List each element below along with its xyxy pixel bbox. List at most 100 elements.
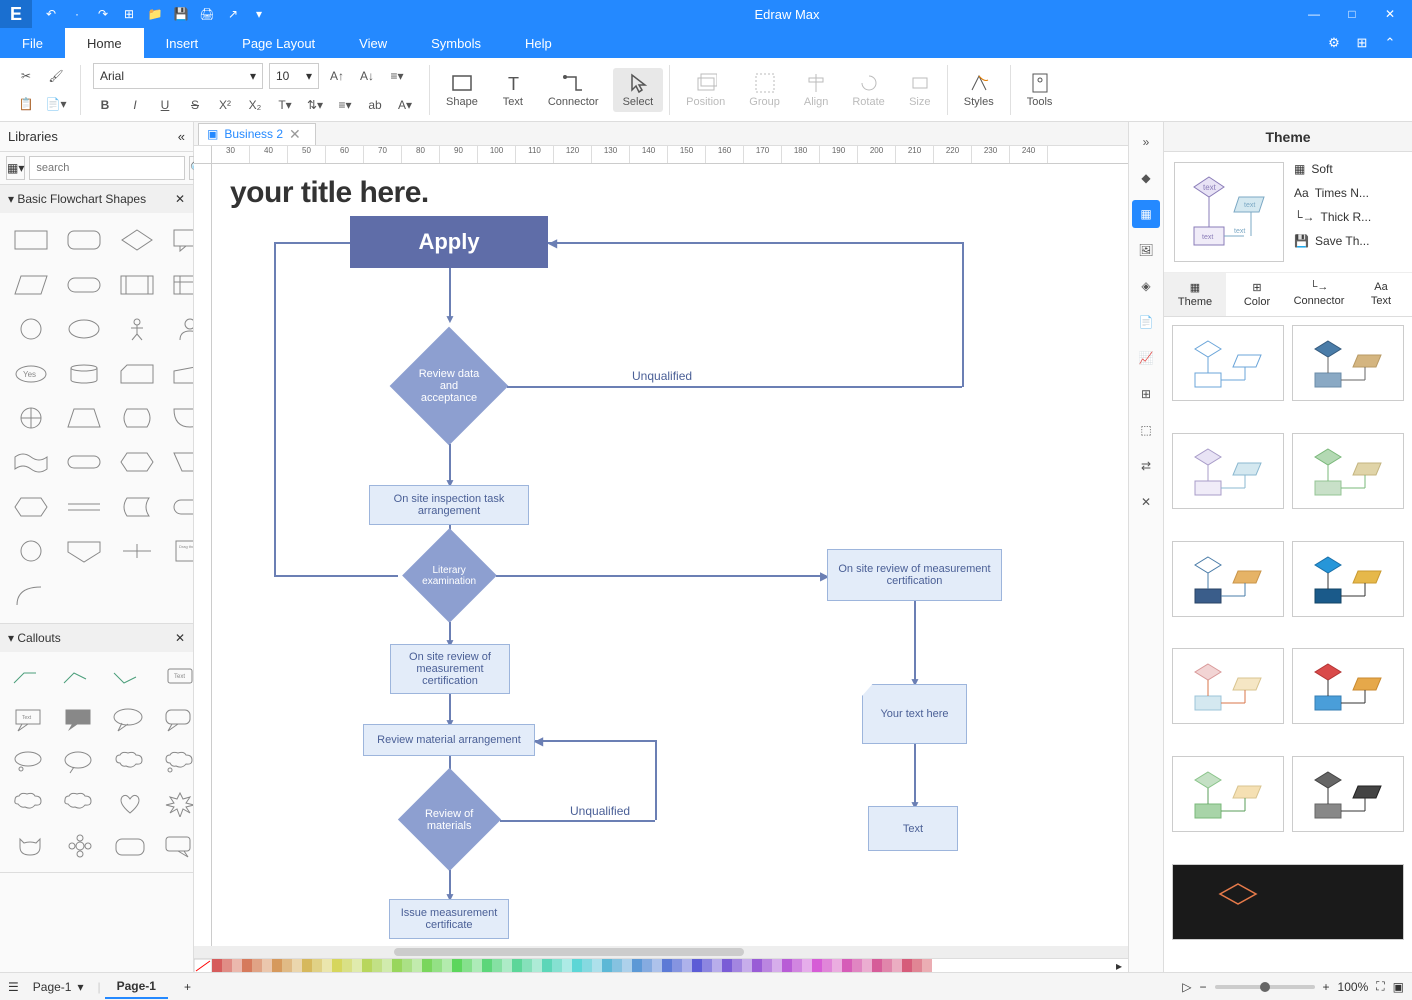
color-swatch[interactable] (212, 959, 222, 972)
theme-thumb[interactable] (1172, 864, 1404, 940)
color-swatch[interactable] (822, 959, 832, 972)
color-swatch[interactable] (302, 959, 312, 972)
callout-rect1[interactable]: Text (6, 700, 54, 740)
zoom-level[interactable]: 100% (1338, 980, 1369, 994)
export-icon[interactable]: ↗ (222, 3, 244, 25)
shape-internal-storage[interactable] (165, 263, 193, 305)
flow-onsite-task[interactable]: On site inspection task arrangement (369, 485, 529, 525)
group-tool[interactable]: Group (739, 68, 790, 112)
color-swatch[interactable] (222, 959, 232, 972)
color-swatch[interactable] (612, 959, 622, 972)
theme-cat-theme[interactable]: ▦Theme (1164, 273, 1226, 316)
color-swatch[interactable] (442, 959, 452, 972)
flow-apply[interactable]: Apply (350, 216, 548, 268)
color-swatch[interactable] (872, 959, 882, 972)
lib-section-callouts[interactable]: ▾ Callouts ✕ (0, 624, 193, 652)
shape-capsule[interactable] (165, 397, 193, 439)
image-tool-icon[interactable]: 🖼 (1132, 236, 1160, 264)
color-swatch[interactable] (272, 959, 282, 972)
color-swatch[interactable] (802, 959, 812, 972)
color-swatch[interactable] (792, 959, 802, 972)
theme-thumb[interactable] (1172, 756, 1284, 832)
color-swatch[interactable] (532, 959, 542, 972)
color-swatch[interactable] (282, 959, 292, 972)
color-swatch[interactable] (252, 959, 262, 972)
collapse-ribbon-icon[interactable]: ⌃ (1380, 33, 1400, 53)
theme-connector[interactable]: └→Thick R... (1294, 210, 1402, 224)
shape-wave[interactable] (6, 441, 57, 483)
color-swatch[interactable] (672, 959, 682, 972)
callout-cloud4[interactable] (56, 784, 104, 824)
color-swatch[interactable] (522, 959, 532, 972)
theme-tool-icon[interactable]: ▦ (1132, 200, 1160, 228)
color-swatch[interactable] (842, 959, 852, 972)
shape-manual-input[interactable] (165, 352, 193, 394)
callout-tv[interactable] (106, 826, 154, 866)
increase-font-icon[interactable]: A↑ (325, 64, 349, 88)
color-swatch[interactable] (292, 959, 302, 972)
color-swatch[interactable] (422, 959, 432, 972)
page-list-icon[interactable]: ☰ (8, 980, 19, 994)
theme-cat-connector[interactable]: └→Connector (1288, 273, 1350, 316)
shape-predefined[interactable] (112, 263, 163, 305)
color-swatch[interactable] (602, 959, 612, 972)
text-color-icon[interactable]: T▾ (273, 93, 297, 117)
color-swatch[interactable] (662, 959, 672, 972)
zoom-in-icon[interactable]: + (1323, 980, 1330, 994)
layers-tool-icon[interactable]: ◈ (1132, 272, 1160, 300)
color-swatch[interactable] (452, 959, 462, 972)
shape-summing[interactable] (6, 397, 57, 439)
theme-font[interactable]: AaTimes N... (1294, 186, 1402, 200)
close-tab-icon[interactable]: ✕ (289, 126, 301, 143)
strikethrough-icon[interactable]: S (183, 93, 207, 117)
callout-line3[interactable] (106, 658, 154, 698)
undo-icon[interactable]: ↶ (40, 3, 62, 25)
redo-icon[interactable]: ↷ (92, 3, 114, 25)
add-page-button[interactable]: + (172, 976, 203, 998)
tools-button[interactable]: Tools (1017, 68, 1063, 112)
theme-cat-text[interactable]: AaText (1350, 273, 1412, 316)
shape-stored-data[interactable] (112, 486, 163, 528)
color-swatch[interactable] (232, 959, 242, 972)
zoom-out-icon[interactable]: − (1200, 980, 1207, 994)
callout-flower[interactable] (56, 826, 104, 866)
color-swatch[interactable] (392, 959, 402, 972)
menu-view[interactable]: View (337, 28, 409, 58)
format-painter-icon[interactable]: 🖌 (44, 64, 68, 88)
settings-icon[interactable]: ⚙ (1324, 33, 1344, 53)
color-swatch[interactable] (712, 959, 722, 972)
expand-right-icon[interactable]: » (1132, 128, 1160, 156)
copy-icon[interactable]: 📋 (14, 92, 38, 116)
font-color-icon[interactable]: A▾ (393, 93, 417, 117)
callout-heart[interactable] (106, 784, 154, 824)
paste-icon[interactable]: 📄▾ (44, 92, 68, 116)
org-tool-icon[interactable]: ⬚ (1132, 416, 1160, 444)
shape-rounded-rect[interactable] (59, 219, 110, 261)
page-tab[interactable]: Page-1 (105, 975, 168, 999)
color-swatch[interactable] (702, 959, 712, 972)
page-title[interactable]: your title here. (230, 176, 429, 210)
theme-thumb[interactable] (1172, 433, 1284, 509)
shape-pill[interactable] (59, 441, 110, 483)
maximize-button[interactable]: □ (1334, 0, 1370, 28)
shape-card[interactable] (112, 352, 163, 394)
color-swatch[interactable] (722, 959, 732, 972)
horizontal-scrollbar[interactable] (194, 946, 1128, 958)
print-icon[interactable]: 🖨 (196, 3, 218, 25)
shape-user[interactable] (165, 308, 193, 350)
shape-trap-down[interactable] (165, 441, 193, 483)
select-tool[interactable]: Select (613, 68, 664, 112)
color-swatch[interactable] (902, 959, 912, 972)
play-icon[interactable]: ▷ (1182, 980, 1191, 994)
callout-burst[interactable] (156, 784, 193, 824)
theme-soft[interactable]: ▦Soft (1294, 162, 1402, 176)
close-section-icon[interactable]: ✕ (175, 192, 185, 206)
styles-tool[interactable]: Styles (954, 68, 1004, 112)
color-swatch[interactable] (882, 959, 892, 972)
flow-literary[interactable]: Literary examination (402, 528, 497, 623)
font-name-select[interactable]: Arial▾ (93, 63, 263, 89)
color-swatch[interactable] (682, 959, 692, 972)
color-swatch[interactable] (692, 959, 702, 972)
menu-file[interactable]: File (0, 28, 65, 58)
qat-more-icon[interactable]: ▾ (248, 3, 270, 25)
